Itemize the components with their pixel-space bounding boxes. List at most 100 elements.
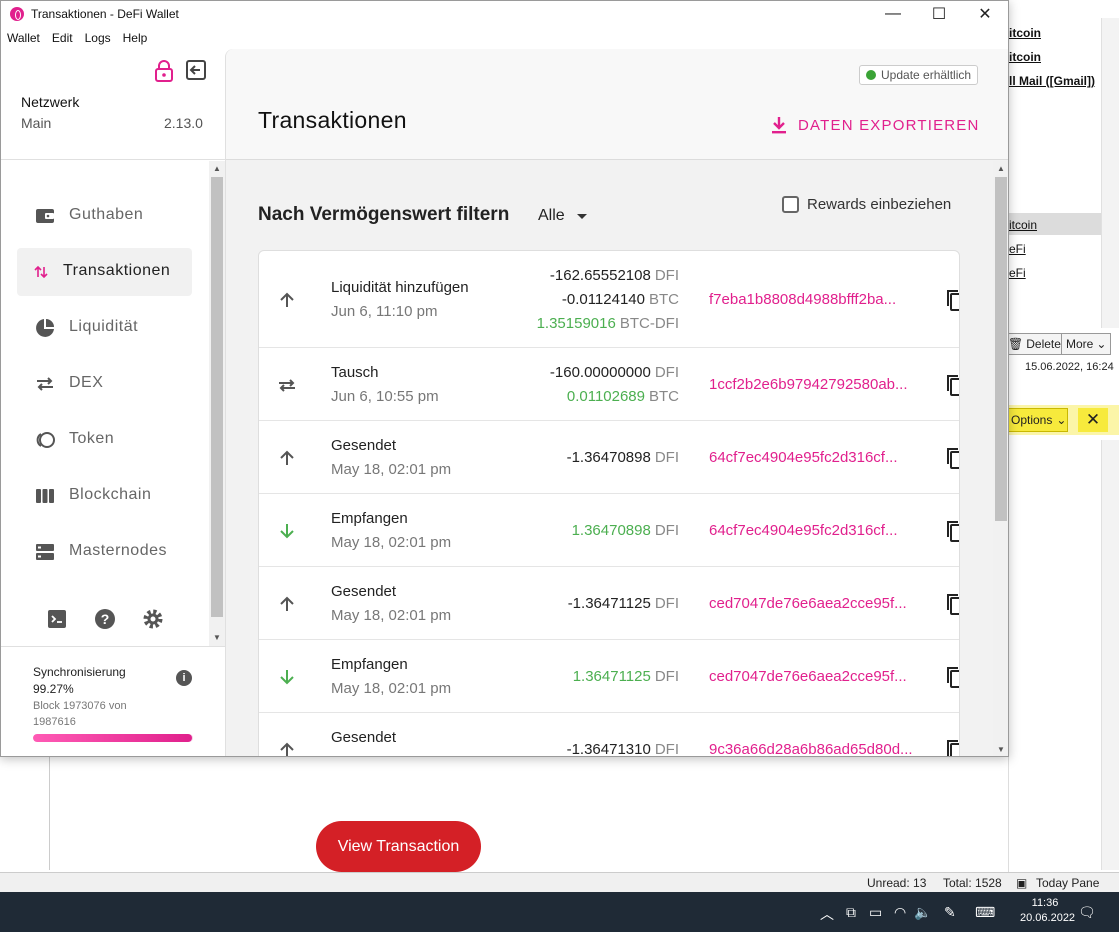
- exit-icon[interactable]: [185, 59, 207, 81]
- pen-icon[interactable]: ✎: [944, 904, 956, 921]
- keyboard-icon[interactable]: ⌨: [975, 904, 995, 921]
- transaction-hash-link[interactable]: 1ccf2b2e6b97942792580ab...: [709, 376, 937, 393]
- chevron-up-icon[interactable]: ︿: [820, 904, 834, 924]
- main-content: Update erhältlich Transaktionen DATEN EX…: [225, 49, 1008, 758]
- sidebar-item-token[interactable]: Token: [17, 416, 192, 464]
- page-header: Update erhältlich Transaktionen DATEN EX…: [226, 49, 1008, 160]
- meet-icon[interactable]: ⧉: [846, 904, 856, 921]
- sync-status: Synchronisierung 99.27% Block 1973076 vo…: [1, 646, 225, 756]
- background-more-button[interactable]: More ⌄: [1061, 333, 1112, 355]
- background-subfolder[interactable]: itcoin: [1009, 218, 1037, 232]
- menu-wallet[interactable]: Wallet: [1, 29, 46, 49]
- background-delete-button[interactable]: 🗑 Delete: [1003, 333, 1066, 355]
- checkbox-icon[interactable]: [782, 196, 799, 213]
- scroll-up-icon[interactable]: ▲: [997, 164, 1005, 173]
- background-close-icon[interactable]: ✕: [1078, 408, 1108, 432]
- copy-icon[interactable]: [947, 447, 960, 469]
- transaction-hash-link[interactable]: ced7047de76e6aea2cce95f...: [709, 595, 937, 612]
- menu-edit[interactable]: Edit: [46, 29, 79, 49]
- background-folder[interactable]: itcoin: [1009, 50, 1041, 64]
- amount-value: -1.36471125: [567, 594, 651, 612]
- maximize-button[interactable]: ☐: [916, 1, 962, 27]
- gear-icon[interactable]: [141, 607, 165, 631]
- scrollbar-thumb[interactable]: [211, 177, 223, 617]
- lock-icon[interactable]: [153, 59, 175, 83]
- copy-icon[interactable]: [947, 520, 960, 542]
- transaction-row[interactable]: Gesendet May 18, 02:01 pm -1.36471125 DFI ce…: [259, 567, 960, 640]
- arrow-down-icon: [280, 669, 294, 684]
- arrow-up-icon: [280, 742, 294, 756]
- today-pane-button[interactable]: Today Pane: [1036, 876, 1099, 890]
- scroll-up-icon[interactable]: ▲: [213, 164, 221, 173]
- asset-filter-select[interactable]: Alle: [538, 207, 587, 225]
- menu-help[interactable]: Help: [117, 29, 154, 49]
- volume-muted-icon[interactable]: 🔈: [914, 904, 931, 921]
- sidebar: Netzwerk Main 2.13.0 Guthaben Transaktio…: [1, 49, 225, 756]
- transaction-hash-link[interactable]: 64cf7ec4904e95fc2d316cf...: [709, 449, 937, 466]
- help-icon[interactable]: ?: [93, 607, 117, 631]
- scroll-down-icon[interactable]: ▼: [213, 633, 221, 642]
- sidebar-item-blockchain[interactable]: Blockchain: [17, 472, 192, 520]
- menu-logs[interactable]: Logs: [79, 29, 117, 49]
- app-version: 2.13.0: [164, 115, 203, 131]
- sync-label: Synchronisierung: [33, 665, 126, 679]
- wifi-icon[interactable]: ◠: [894, 904, 906, 921]
- update-badge[interactable]: Update erhältlich: [859, 65, 979, 85]
- copy-icon[interactable]: [947, 739, 960, 758]
- view-transaction-button[interactable]: View Transaction: [316, 821, 481, 872]
- background-folder[interactable]: itcoin: [1009, 26, 1041, 40]
- sidebar-item-masternodes[interactable]: Masternodes: [17, 528, 192, 576]
- info-icon[interactable]: i: [176, 670, 192, 686]
- transaction-date: Jun 6, 10:55 pm: [331, 387, 439, 405]
- amount-unit: DFI: [654, 448, 679, 466]
- sidebar-item-liquiditaet[interactable]: Liquidität: [17, 304, 192, 352]
- transaction-amounts: -1.36470898 DFI: [567, 446, 679, 470]
- export-data-button[interactable]: DATEN EXPORTIEREN: [770, 113, 980, 137]
- rewards-checkbox[interactable]: Rewards einbeziehen: [782, 196, 951, 213]
- transaction-row[interactable]: Gesendet May 18, 02:01 pm -1.36470898 DFI 64…: [259, 421, 960, 494]
- copy-icon[interactable]: [947, 289, 960, 311]
- sidebar-scrollbar[interactable]: ▲ ▼: [209, 161, 225, 647]
- amount-unit: BTC: [649, 387, 679, 405]
- background-left-scrollbar[interactable]: [32, 757, 50, 870]
- background-scrollbar[interactable]: [1101, 18, 1119, 328]
- transaction-hash-link[interactable]: 64cf7ec4904e95fc2d316cf...: [709, 522, 937, 539]
- transaction-amount: -162.65552108 DFI: [537, 264, 679, 288]
- transaction-amount: -1.36471125 DFI: [568, 592, 679, 616]
- background-subfolder[interactable]: eFi: [1009, 266, 1026, 280]
- background-folder[interactable]: ll Mail ([Gmail]): [1009, 74, 1095, 88]
- close-button[interactable]: ✕: [962, 1, 1008, 27]
- sidebar-item-guthaben[interactable]: Guthaben: [17, 192, 192, 240]
- token-icon: [36, 432, 55, 448]
- sync-progress-fill: [33, 734, 192, 742]
- minimize-button[interactable]: —: [870, 1, 916, 27]
- transaction-hash-link[interactable]: f7eba1b8808d4988bfff2ba...: [709, 291, 937, 308]
- sidebar-item-transaktionen[interactable]: Transaktionen: [17, 248, 192, 296]
- transaction-row[interactable]: Gesendet May 18, 02:01 pm -1.36471310DFI 9c…: [259, 713, 960, 758]
- copy-icon[interactable]: [947, 374, 960, 396]
- swap-horizontal-icon: [279, 378, 295, 392]
- taskbar-clock[interactable]: 11:36 20.06.2022: [1020, 896, 1075, 926]
- transaction-row[interactable]: Empfangen May 18, 02:01 pm 1.36471125 DFI ce…: [259, 640, 960, 713]
- scroll-down-icon[interactable]: ▼: [997, 745, 1005, 754]
- transaction-row[interactable]: Tausch Jun 6, 10:55 pm -160.00000000 DFI 0.0…: [259, 348, 960, 421]
- battery-icon[interactable]: ▭: [869, 904, 882, 921]
- background-options-button[interactable]: Options ⌄: [1008, 408, 1068, 432]
- scrollbar-thumb[interactable]: [995, 177, 1007, 521]
- sidebar-item-dex[interactable]: DEX: [17, 360, 192, 408]
- transaction-row[interactable]: Liquidität hinzufügen Jun 6, 11:10 pm -162…: [259, 251, 960, 348]
- transaction-hash-link[interactable]: ced7047de76e6aea2cce95f...: [709, 668, 937, 685]
- notification-icon[interactable]: 🗨: [1078, 904, 1096, 921]
- transaction-amount: 1.36471125 DFI: [573, 665, 679, 689]
- status-total: Total: 1528: [943, 876, 1002, 890]
- console-icon[interactable]: [45, 607, 69, 631]
- transaction-hash-link[interactable]: 9c36a66d28a6b86ad65d80d...: [709, 741, 937, 757]
- title-bar: Transaktionen - DeFi Wallet — ☐ ✕: [1, 1, 1008, 27]
- swap-horizontal-icon: [37, 377, 53, 391]
- main-scrollbar[interactable]: ▲ ▼: [993, 161, 1008, 756]
- background-scrollbar[interactable]: [1101, 440, 1119, 870]
- transaction-row[interactable]: Empfangen May 18, 02:01 pm 1.36470898 DFI 64…: [259, 494, 960, 567]
- copy-icon[interactable]: [947, 593, 960, 615]
- background-subfolder[interactable]: eFi: [1009, 242, 1026, 256]
- copy-icon[interactable]: [947, 666, 960, 688]
